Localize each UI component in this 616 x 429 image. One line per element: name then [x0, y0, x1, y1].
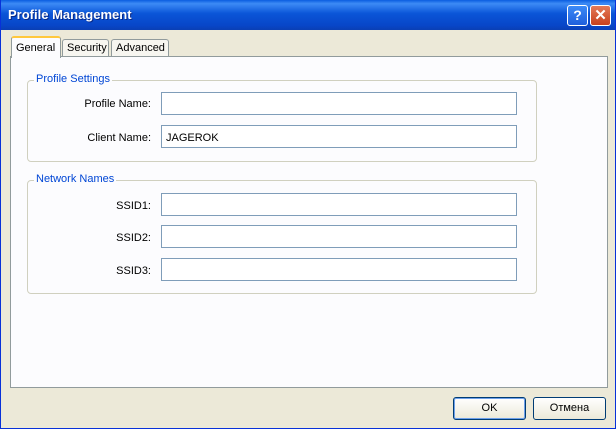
ssid3-field[interactable]	[161, 258, 517, 281]
ssid1-label: SSID1:	[116, 200, 151, 212]
ssid2-field[interactable]	[161, 225, 517, 248]
close-button[interactable]: ✕	[590, 5, 611, 26]
ssid2-label: SSID2:	[116, 232, 151, 244]
tab-advanced[interactable]: Advanced	[111, 39, 169, 56]
tab-general[interactable]: General	[11, 36, 61, 58]
ssid1-field[interactable]	[161, 193, 517, 216]
profile-management-dialog: Profile Management ? ✕ General Security …	[0, 0, 616, 429]
close-icon: ✕	[594, 7, 607, 24]
tab-panel-general: Profile Settings Profile Name: Client Na…	[10, 56, 608, 388]
window-title: Profile Management	[8, 7, 132, 22]
cancel-button[interactable]: Отмена	[533, 397, 606, 420]
ssid3-label: SSID3:	[116, 265, 151, 277]
help-icon: ?	[573, 7, 582, 23]
client-name-field[interactable]	[161, 125, 517, 148]
tab-security[interactable]: Security	[62, 39, 109, 56]
ok-button[interactable]: OK	[453, 397, 526, 420]
title-bar[interactable]: Profile Management ? ✕	[1, 0, 615, 30]
profile-name-label: Profile Name:	[84, 98, 151, 110]
help-button[interactable]: ?	[567, 5, 588, 26]
profile-name-field[interactable]	[161, 92, 517, 115]
profile-settings-legend: Profile Settings	[34, 73, 112, 85]
network-names-legend: Network Names	[34, 173, 117, 185]
client-name-label: Client Name:	[87, 132, 151, 144]
